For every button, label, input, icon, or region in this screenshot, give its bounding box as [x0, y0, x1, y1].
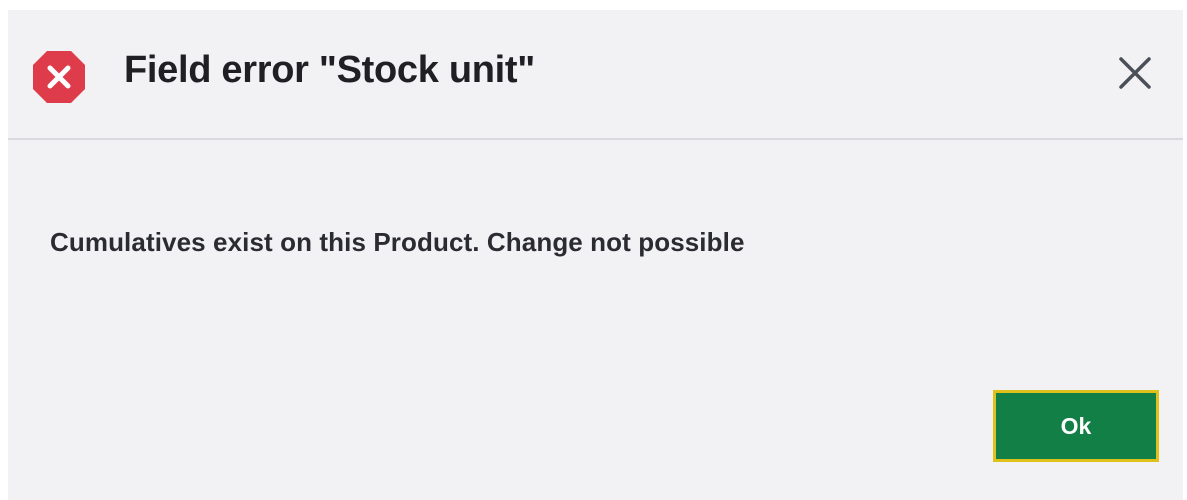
dialog-message: Cumulatives exist on this Product. Chang…: [50, 227, 745, 257]
close-button[interactable]: [1112, 52, 1158, 98]
dialog-header: Field error "Stock unit": [8, 10, 1183, 140]
error-dialog: Field error "Stock unit" Cumulatives exi…: [8, 10, 1183, 500]
error-icon: [30, 48, 88, 106]
close-icon: [1118, 56, 1152, 95]
dialog-title: Field error "Stock unit": [124, 49, 536, 91]
ok-button[interactable]: Ok: [993, 390, 1159, 462]
